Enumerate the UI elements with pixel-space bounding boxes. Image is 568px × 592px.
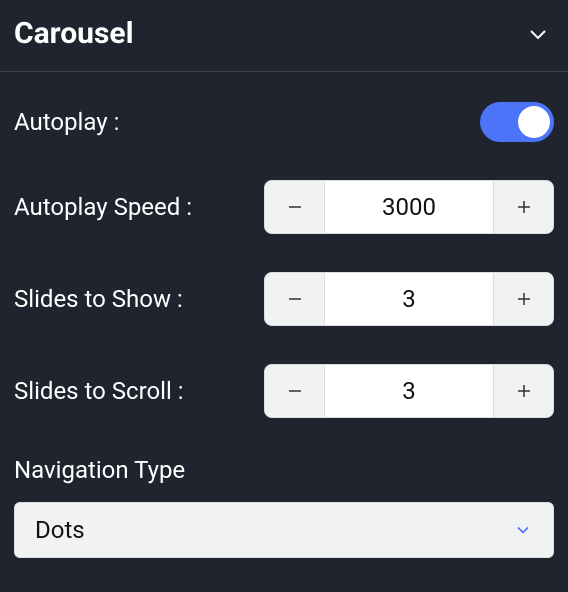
plus-icon bbox=[515, 290, 533, 308]
slides-to-show-value[interactable]: 3 bbox=[325, 273, 493, 325]
panel-title: Carousel bbox=[14, 16, 134, 51]
slides-to-scroll-increment[interactable] bbox=[493, 365, 553, 417]
toggle-knob bbox=[518, 106, 550, 138]
slides-to-show-label: Slides to Show : bbox=[14, 285, 183, 313]
slides-to-scroll-row: Slides to Scroll : 3 bbox=[14, 364, 554, 418]
minus-icon bbox=[286, 198, 304, 216]
plus-icon bbox=[515, 382, 533, 400]
autoplay-row: Autoplay : bbox=[14, 102, 554, 142]
autoplay-speed-value[interactable]: 3000 bbox=[325, 181, 493, 233]
autoplay-speed-increment[interactable] bbox=[493, 181, 553, 233]
slides-to-show-decrement[interactable] bbox=[265, 273, 325, 325]
minus-icon bbox=[286, 382, 304, 400]
slides-to-show-increment[interactable] bbox=[493, 273, 553, 325]
navigation-type-label: Navigation Type bbox=[14, 456, 554, 484]
slides-to-scroll-decrement[interactable] bbox=[265, 365, 325, 417]
slides-to-scroll-label: Slides to Scroll : bbox=[14, 377, 184, 405]
slides-to-show-row: Slides to Show : 3 bbox=[14, 272, 554, 326]
autoplay-toggle[interactable] bbox=[480, 102, 554, 142]
plus-icon bbox=[515, 198, 533, 216]
panel-body: Autoplay : Autoplay Speed : 3000 Slides … bbox=[0, 72, 568, 572]
panel-header: Carousel bbox=[0, 0, 568, 72]
slides-to-scroll-value[interactable]: 3 bbox=[325, 365, 493, 417]
autoplay-speed-label: Autoplay Speed : bbox=[14, 193, 192, 221]
autoplay-speed-decrement[interactable] bbox=[265, 181, 325, 233]
navigation-type-select[interactable]: Dots bbox=[14, 502, 554, 558]
slides-to-show-stepper: 3 bbox=[264, 272, 554, 326]
autoplay-label: Autoplay : bbox=[14, 108, 119, 136]
minus-icon bbox=[286, 290, 304, 308]
chevron-down-icon bbox=[513, 520, 533, 540]
autoplay-speed-row: Autoplay Speed : 3000 bbox=[14, 180, 554, 234]
collapse-chevron-icon[interactable] bbox=[526, 22, 550, 46]
navigation-type-selected: Dots bbox=[35, 516, 85, 544]
slides-to-scroll-stepper: 3 bbox=[264, 364, 554, 418]
autoplay-speed-stepper: 3000 bbox=[264, 180, 554, 234]
